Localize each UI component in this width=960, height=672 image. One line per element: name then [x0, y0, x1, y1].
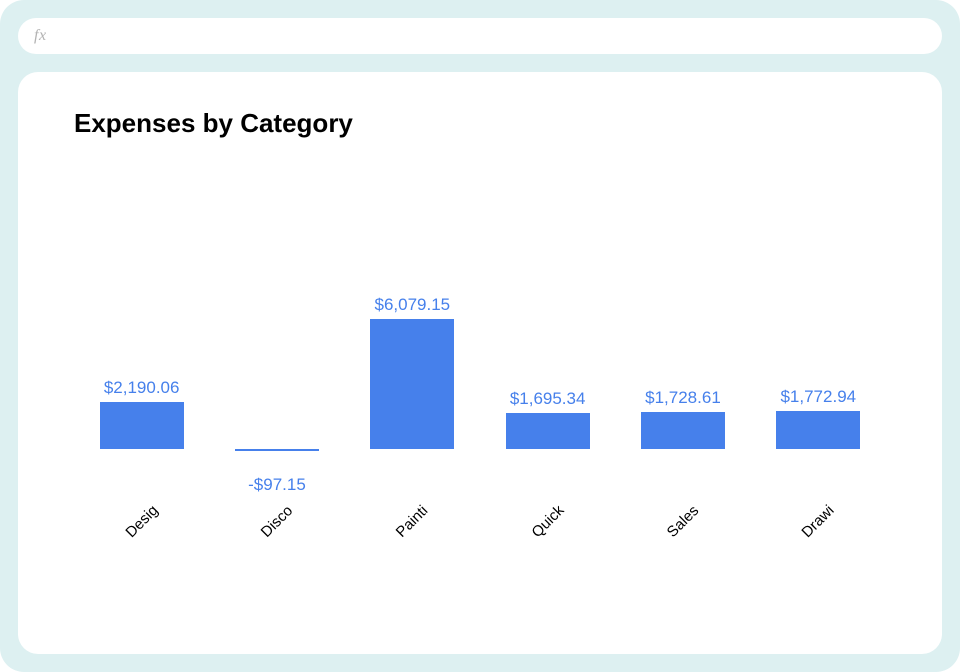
bar-wrapper: $2,190.06Desig — [100, 149, 184, 469]
bar-wrapper: -$97.15Disco — [235, 149, 319, 469]
bar-slot: $2,190.06Desig — [74, 149, 209, 469]
formula-bar[interactable]: fx — [18, 18, 942, 54]
chart-panel: Expenses by Category $2,190.06Desig-$97.… — [18, 72, 942, 654]
bar-wrapper: $1,695.34Quick — [506, 149, 590, 469]
category-label: Desig — [122, 502, 161, 541]
bar-slot: $1,772.94Drawi — [751, 149, 886, 469]
bar — [506, 413, 590, 449]
category-label: Painti — [393, 502, 432, 541]
bar-value-label: $1,772.94 — [753, 387, 883, 407]
bar — [370, 319, 454, 449]
bar-value-label: -$97.15 — [212, 475, 342, 495]
category-label: Sales — [664, 502, 703, 541]
bar-wrapper: $6,079.15Painti — [370, 149, 454, 469]
chart-area: $2,190.06Desig-$97.15Disco$6,079.15Paint… — [74, 149, 886, 629]
category-label: Quick — [528, 502, 567, 541]
category-label: Drawi — [799, 502, 838, 541]
bars-row: $2,190.06Desig -$97.15Disco $6,079.15Paint… — [74, 149, 886, 469]
bar-value-label: $1,728.61 — [618, 388, 748, 408]
bar — [100, 402, 184, 449]
chart-title: Expenses by Category — [74, 108, 886, 139]
bar — [776, 411, 860, 449]
bar-value-label: $2,190.06 — [77, 378, 207, 398]
bar-slot: $1,728.61Sales — [615, 149, 750, 469]
app-panel: fx Expenses by Category $2,190.06Desig-$… — [0, 0, 960, 672]
category-label: Disco — [258, 502, 297, 541]
fx-icon: fx — [34, 27, 47, 45]
bar-slot: $1,695.34Quick — [480, 149, 615, 469]
bar-slot: $6,079.15Painti — [345, 149, 480, 469]
bar-wrapper: $1,728.61Sales — [641, 149, 725, 469]
bar-wrapper: $1,772.94Drawi — [776, 149, 860, 469]
bar — [235, 449, 319, 451]
bar — [641, 412, 725, 449]
bar-value-label: $1,695.34 — [483, 389, 613, 409]
bar-value-label: $6,079.15 — [347, 295, 477, 315]
bar-slot: -$97.15Disco — [209, 149, 344, 469]
